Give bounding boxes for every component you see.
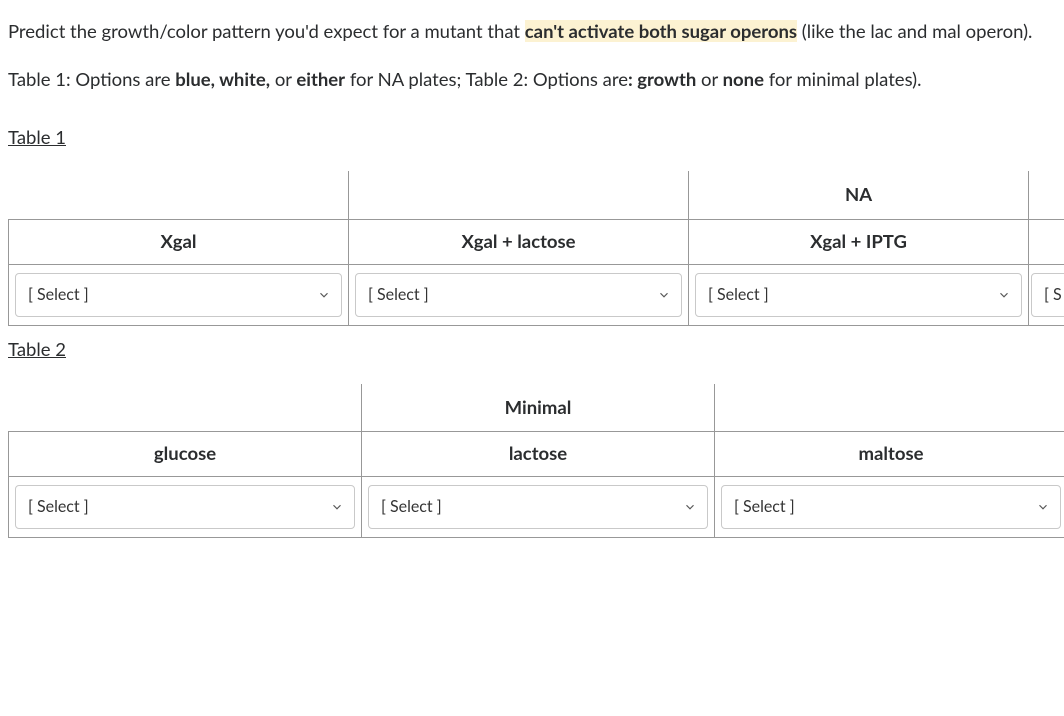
chevron-down-icon xyxy=(657,288,671,302)
table2-col-maltose: maltose xyxy=(715,432,1064,477)
table2: Minimal glucose lactose maltose [ Select… xyxy=(8,384,1064,539)
table1-select-xgal[interactable]: [ Select ] xyxy=(15,273,342,317)
table1-col-xgal-lactose: Xgal + lactose xyxy=(349,220,689,265)
table2-col-glucose: glucose xyxy=(9,432,362,477)
table1: NA Xgal Xgal + lactose Xgal + IPTG [ Sel… xyxy=(8,171,1064,326)
highlighted-phrase: can't activate both sugar operons xyxy=(525,20,797,42)
chevron-down-icon xyxy=(1036,500,1050,514)
table1-col-xgal-iptg: Xgal + IPTG xyxy=(689,220,1029,265)
table1-select-cutoff[interactable]: [ S xyxy=(1031,273,1064,317)
table1-group-header: NA xyxy=(689,171,1029,219)
chevron-down-icon xyxy=(330,500,344,514)
table2-group-header: Minimal xyxy=(362,384,715,432)
table2-label: Table 2 xyxy=(8,336,66,364)
table2-col-lactose: lactose xyxy=(362,432,715,477)
table1-label: Table 1 xyxy=(8,124,66,152)
table1-col-xgal: Xgal xyxy=(9,220,349,265)
table2-select-lactose[interactable]: [ Select ] xyxy=(368,485,708,529)
chevron-down-icon xyxy=(317,288,331,302)
question-paragraph-1: Predict the growth/color pattern you'd e… xyxy=(8,18,1056,46)
table1-select-xgal-iptg[interactable]: [ Select ] xyxy=(695,273,1022,317)
table2-select-glucose[interactable]: [ Select ] xyxy=(15,485,355,529)
chevron-down-icon xyxy=(683,500,697,514)
table1-select-xgal-lactose[interactable]: [ Select ] xyxy=(355,273,682,317)
chevron-down-icon xyxy=(997,288,1011,302)
table2-select-maltose[interactable]: [ Select ] xyxy=(721,485,1061,529)
question-paragraph-2: Table 1: Options are blue, white, or eit… xyxy=(8,66,1056,94)
